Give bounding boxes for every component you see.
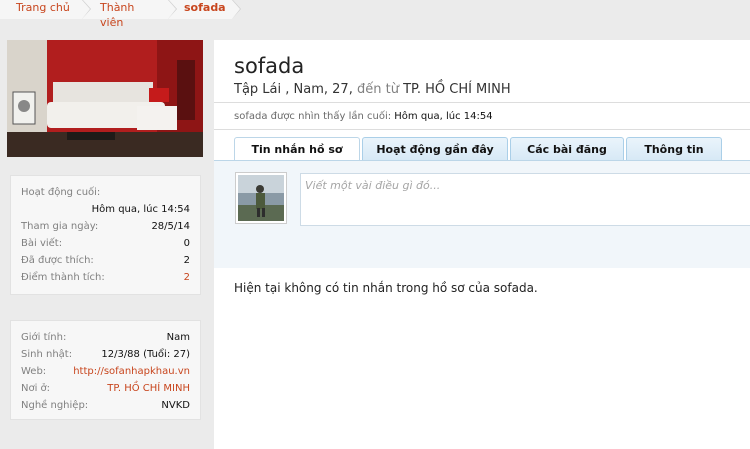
info-location: Nơi ở: TP. HỒ CHÍ MINH (21, 380, 190, 397)
stat-likes: Đã được thích: 2 (21, 252, 190, 269)
info-location-link[interactable]: TP. HỒ CHÍ MINH (107, 380, 190, 397)
empty-profile-posts-message: Hiện tại không có tin nhắn trong hồ sơ c… (234, 281, 538, 295)
info-birthday: Sinh nhật: 12/3/88 (Tuổi: 27) (21, 346, 190, 363)
status-input[interactable]: Viết một vài điều gì đó... (300, 173, 750, 226)
last-seen: sofada được nhìn thấy lần cuối: Hôm qua,… (234, 111, 493, 122)
user-from-label: đến từ (356, 82, 399, 97)
stat-joined-label: Tham gia ngày: (21, 221, 99, 232)
stat-last-activity-value: Hôm qua, lúc 14:54 (91, 204, 190, 215)
composer-avatar-image (238, 175, 284, 221)
tab-postings[interactable]: Các bài đăng (510, 137, 624, 160)
lastseen-divider (214, 129, 750, 130)
stat-points-label: Điểm thành tích: (21, 272, 105, 283)
info-gender-label: Giới tính: (21, 332, 67, 343)
tab-information[interactable]: Thông tin (626, 137, 722, 160)
status-composer: Viết một vài điều gì đó... (214, 161, 750, 268)
member-info-panel: Giới tính: Nam Sinh nhật: 12/3/88 (Tuổi:… (10, 320, 201, 420)
member-stats-panel: Hoạt động cuối: Hôm qua, lúc 14:54 Tham … (10, 175, 201, 295)
header-divider (214, 102, 750, 103)
composer-avatar[interactable] (235, 172, 287, 224)
stat-posts-value[interactable]: 0 (184, 235, 190, 252)
info-web-link[interactable]: http://sofanhapkhau.vn (73, 363, 190, 380)
info-birthday-value: 12/3/88 (Tuổi: 27) (101, 349, 190, 360)
profile-tabs: Tin nhắn hồ sơ Hoạt động gần đây Các bài… (234, 137, 724, 160)
info-birthday-label: Sinh nhật: (21, 349, 73, 360)
info-gender: Giới tính: Nam (21, 329, 190, 346)
info-web-label: Web: (21, 366, 47, 377)
tab-recent-activity[interactable]: Hoạt động gần đây (362, 137, 508, 160)
info-occupation-value: NVKD (161, 400, 190, 411)
stat-posts: Bài viết: 0 (21, 235, 190, 252)
stat-last-activity: Hoạt động cuối: (21, 184, 190, 201)
info-location-label: Nơi ở: (21, 383, 51, 394)
info-gender-value: Nam (166, 332, 190, 343)
profile-avatar[interactable] (7, 40, 203, 157)
stat-joined: Tham gia ngày: 28/5/14 (21, 218, 190, 235)
stat-likes-value: 2 (183, 255, 190, 266)
info-occupation-label: Nghề nghiệp: (21, 400, 89, 411)
stat-points-link[interactable]: 2 (184, 269, 190, 286)
stat-last-activity-label: Hoạt động cuối: (21, 187, 101, 198)
breadcrumb-home[interactable]: Trang chủ (0, 0, 91, 19)
breadcrumb: Trang chủ Thành viên sofada (0, 0, 241, 29)
breadcrumb-members[interactable]: Thành viên (82, 0, 177, 29)
stat-posts-label: Bài viết: (21, 238, 63, 249)
user-gender-age: Nam, 27, (293, 82, 353, 97)
user-location-link[interactable]: TP. HỒ CHÍ MINH (403, 82, 511, 97)
info-occupation: Nghề nghiệp: NVKD (21, 397, 190, 414)
profile-main-panel: sofada Tập Lái , Nam, 27, đến từ TP. HỒ … (214, 40, 750, 449)
tab-profile-posts[interactable]: Tin nhắn hồ sơ (234, 137, 360, 160)
info-web: Web: http://sofanhapkhau.vn (21, 363, 190, 380)
stat-points: Điểm thành tích: 2 (21, 269, 190, 286)
user-subtitle: Tập Lái , Nam, 27, đến từ TP. HỒ CHÍ MIN… (234, 82, 511, 97)
profile-avatar-image (7, 40, 203, 157)
stat-likes-label: Đã được thích: (21, 255, 94, 266)
last-seen-label: sofada được nhìn thấy lần cuối: (234, 111, 392, 122)
page-title: sofada (234, 54, 305, 78)
user-title: Tập Lái (234, 82, 282, 97)
breadcrumb-current-user[interactable]: sofada (168, 0, 241, 19)
last-seen-value: Hôm qua, lúc 14:54 (394, 111, 493, 122)
stat-joined-value: 28/5/14 (151, 221, 190, 232)
